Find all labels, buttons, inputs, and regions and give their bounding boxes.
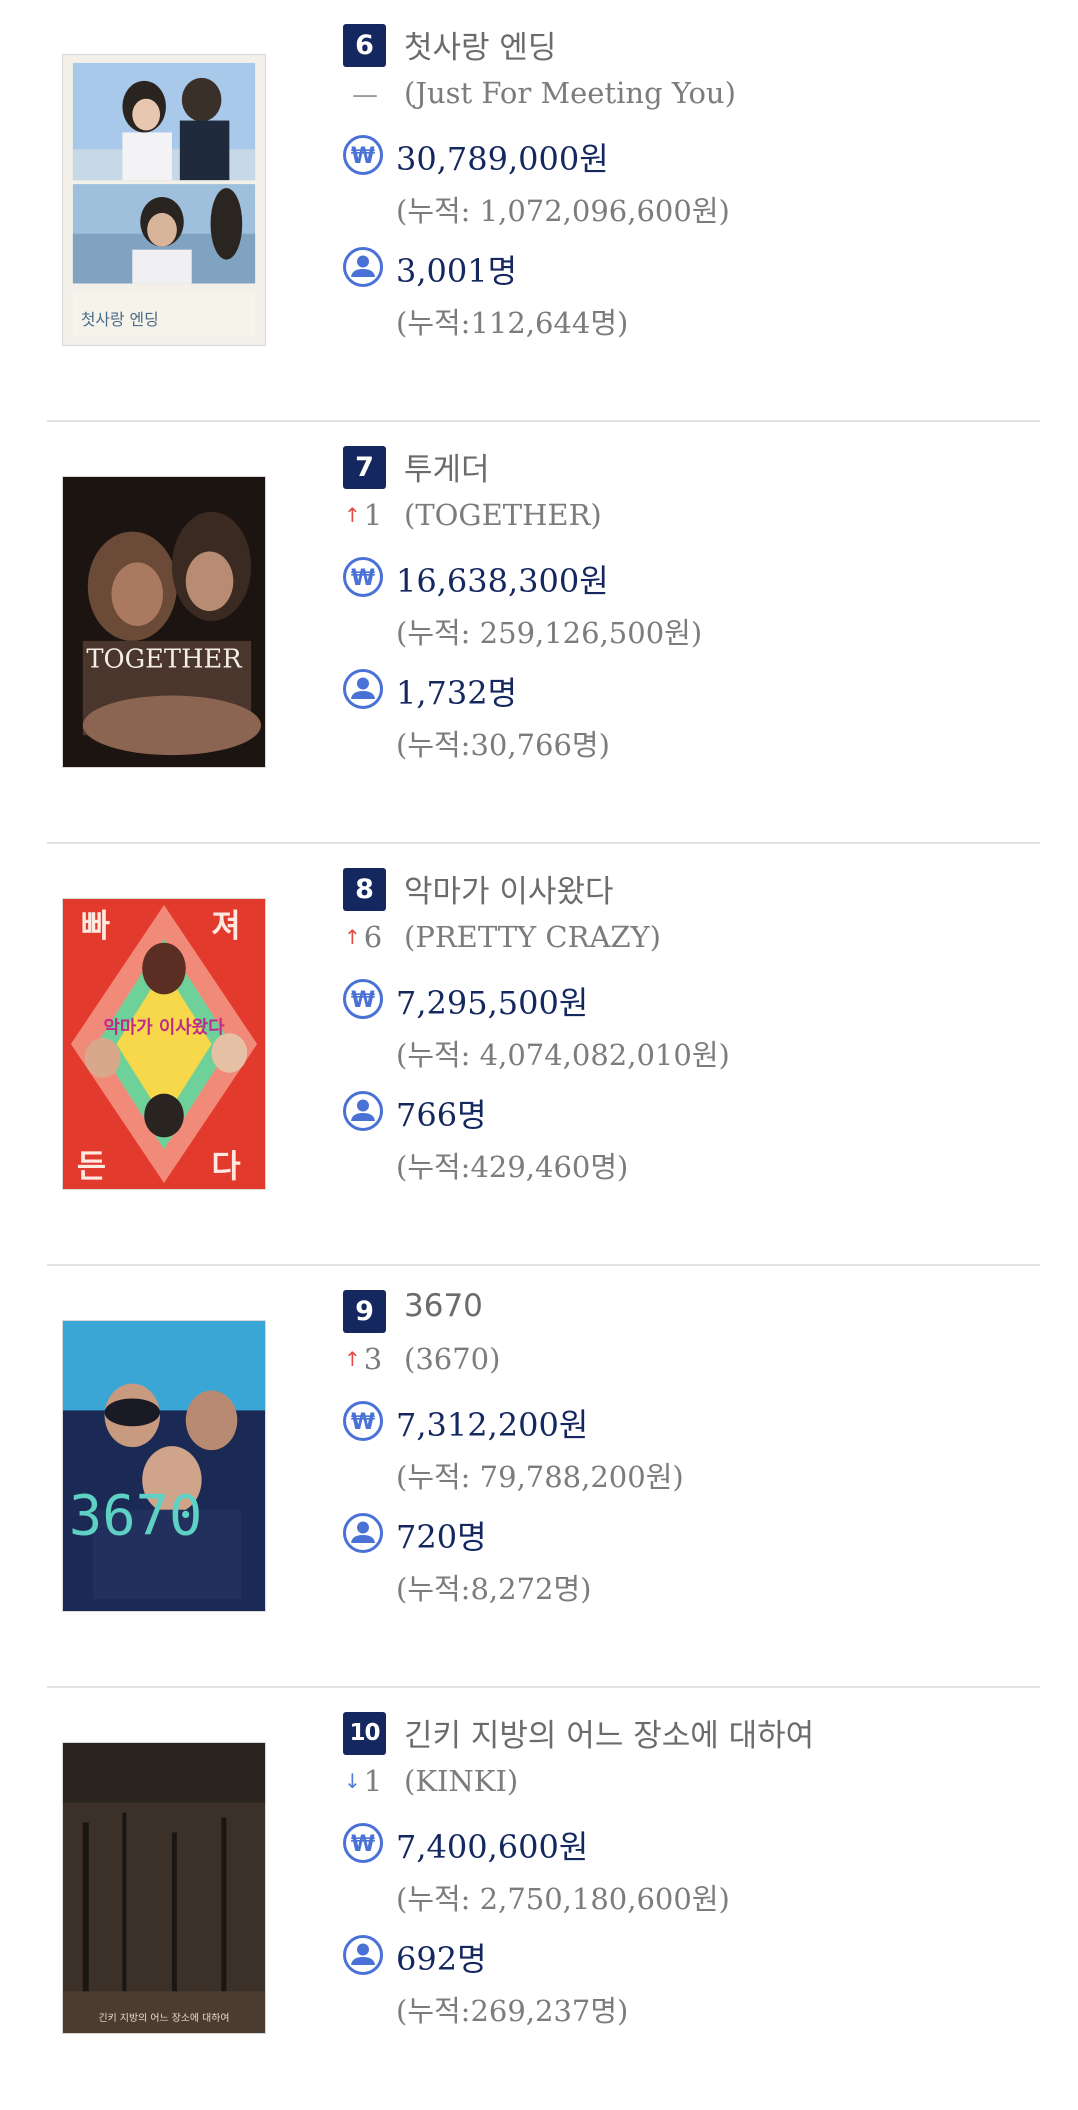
cumulative-audience: (누적:8,272명) <box>396 1572 592 1606</box>
cumulative-audience: (누적:112,644명) <box>396 306 629 340</box>
won-circle-icon: ₩ <box>342 978 384 1020</box>
rank-badge: 7 <box>343 446 386 489</box>
no-change-icon: — <box>352 80 378 110</box>
cumulative-audience: (누적:30,766명) <box>396 728 610 762</box>
arrow-down-icon: ↓ <box>344 1769 361 1793</box>
movie-item[interactable]: 악마가 이사왔다 빠 져 든 다 8 악마가 이사왔다 ↑ 6 (PRETTY C… <box>0 844 1078 1266</box>
cumulative-audience: (누적:269,237명) <box>396 1994 629 2028</box>
rank-badge: 8 <box>343 868 386 911</box>
rank-badge: 9 <box>343 1290 386 1333</box>
daily-sales: 30,789,000원 <box>396 140 609 178</box>
won-circle-icon: ₩ <box>342 1400 384 1442</box>
movie-title[interactable]: 첫사랑 엔딩 <box>404 22 556 67</box>
user-circle-icon <box>342 1090 384 1132</box>
daily-audience: 766명 <box>396 1096 487 1134</box>
movie-poster[interactable]: TOGETHER <box>62 476 266 768</box>
rank-change-value: 3 <box>363 1342 383 1376</box>
svg-text:₩: ₩ <box>351 144 375 169</box>
movie-title[interactable]: 악마가 이사왔다 <box>404 866 614 911</box>
svg-text:다: 다 <box>212 1149 241 1185</box>
original-title: (KINKI) <box>404 1764 519 1798</box>
svg-text:₩: ₩ <box>351 1832 375 1857</box>
movie-item[interactable]: 긴키 지방의 어느 장소에 대하여 10 긴키 지방의 어느 장소에 대하여 ↓… <box>0 1688 1078 2110</box>
svg-text:첫사랑 엔딩: 첫사랑 엔딩 <box>81 310 159 329</box>
svg-text:TOGETHER: TOGETHER <box>86 645 243 675</box>
rank-change: — <box>344 76 378 110</box>
daily-audience: 1,732명 <box>396 674 518 712</box>
won-circle-icon: ₩ <box>342 134 384 176</box>
user-circle-icon <box>342 1934 384 1976</box>
original-title: (PRETTY CRAZY) <box>404 920 661 954</box>
original-title: (TOGETHER) <box>404 498 602 532</box>
cumulative-sales: (누적: 1,072,096,600원) <box>396 194 730 228</box>
rank-change: ↑ 3 <box>344 1342 382 1376</box>
rank-change: ↓ 1 <box>344 1764 382 1798</box>
svg-text:3670: 3670 <box>69 1483 203 1548</box>
movie-title[interactable]: 긴키 지방의 어느 장소에 대하여 <box>404 1710 814 1755</box>
arrow-up-icon: ↑ <box>344 503 361 527</box>
rank-badge: 10 <box>343 1712 386 1755</box>
svg-text:긴키 지방의 어느 장소에 대하여: 긴키 지방의 어느 장소에 대하여 <box>99 2011 230 2024</box>
rank-change: ↑ 1 <box>344 498 382 532</box>
arrow-up-icon: ↑ <box>344 925 361 949</box>
daily-audience: 3,001명 <box>396 252 518 290</box>
cumulative-sales: (누적: 2,750,180,600원) <box>396 1882 730 1916</box>
original-title: (Just For Meeting You) <box>404 76 736 110</box>
user-circle-icon <box>342 246 384 288</box>
svg-text:₩: ₩ <box>351 1410 375 1435</box>
won-circle-icon: ₩ <box>342 1822 384 1864</box>
original-title: (3670) <box>404 1342 501 1376</box>
daily-audience: 692명 <box>396 1940 487 1978</box>
rank-change-value: 1 <box>363 498 383 532</box>
svg-text:빠: 빠 <box>81 909 110 945</box>
svg-text:악마가 이사왔다: 악마가 이사왔다 <box>104 1017 226 1038</box>
svg-text:₩: ₩ <box>351 566 375 591</box>
user-circle-icon <box>342 668 384 710</box>
movie-title[interactable]: 투게더 <box>404 444 490 489</box>
svg-text:₩: ₩ <box>351 988 375 1013</box>
movie-poster[interactable]: 악마가 이사왔다 빠 져 든 다 <box>62 898 266 1190</box>
svg-text:져: 져 <box>212 909 241 945</box>
daily-sales: 7,295,500원 <box>396 984 589 1022</box>
rank-badge: 6 <box>343 24 386 67</box>
daily-sales: 7,400,600원 <box>396 1828 589 1866</box>
movie-poster[interactable]: 첫사랑 엔딩 <box>62 54 266 346</box>
movie-poster[interactable]: 긴키 지방의 어느 장소에 대하여 <box>62 1742 266 2034</box>
user-circle-icon <box>342 1512 384 1554</box>
movie-poster[interactable]: 3670 <box>62 1320 266 1612</box>
cumulative-sales: (누적: 79,788,200원) <box>396 1460 684 1494</box>
movie-title[interactable]: 3670 <box>404 1288 483 1324</box>
daily-sales: 16,638,300원 <box>396 562 609 600</box>
box-office-list: 첫사랑 엔딩 6 첫사랑 엔딩 — (Just For Meeting You)… <box>0 0 1078 2110</box>
rank-change-value: 6 <box>363 920 383 954</box>
cumulative-audience: (누적:429,460명) <box>396 1150 629 1184</box>
movie-item[interactable]: 첫사랑 엔딩 6 첫사랑 엔딩 — (Just For Meeting You)… <box>0 0 1078 422</box>
rank-change: ↑ 6 <box>344 920 382 954</box>
rank-change-value: 1 <box>363 1764 383 1798</box>
cumulative-sales: (누적: 4,074,082,010원) <box>396 1038 730 1072</box>
daily-audience: 720명 <box>396 1518 487 1556</box>
movie-item[interactable]: 3670 9 3670 ↑ 3 (3670) ₩ 7,312,200원 (누적: … <box>0 1266 1078 1688</box>
cumulative-sales: (누적: 259,126,500원) <box>396 616 703 650</box>
svg-text:든: 든 <box>77 1149 106 1185</box>
won-circle-icon: ₩ <box>342 556 384 598</box>
daily-sales: 7,312,200원 <box>396 1406 589 1444</box>
arrow-up-icon: ↑ <box>344 1347 361 1371</box>
movie-item[interactable]: TOGETHER 7 투게더 ↑ 1 (TOGETHER) ₩ 16,638,30… <box>0 422 1078 844</box>
